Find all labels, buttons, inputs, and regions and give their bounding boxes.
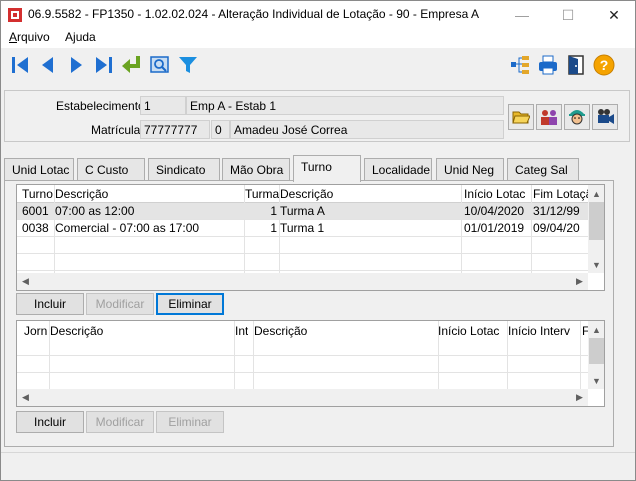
employee-name-field: Amadeu José Correa bbox=[230, 120, 504, 139]
menu-arquivo-label: rquivo bbox=[17, 30, 50, 44]
col-header-inicio-lotac: Início Lotac bbox=[438, 324, 500, 338]
search-icon[interactable] bbox=[147, 52, 173, 78]
matricula-field[interactable]: 77777777 bbox=[140, 120, 210, 139]
scroll-right-icon[interactable]: ▶ bbox=[571, 389, 588, 406]
cell-turma-descricao: Turma A bbox=[280, 204, 325, 218]
estab-label: Estabelecimento: bbox=[56, 99, 149, 113]
tab-unid-lotac[interactable]: Unid Lotac bbox=[4, 158, 74, 180]
jornada-horizontal-scrollbar[interactable]: ◀ ▶ bbox=[17, 389, 588, 406]
col-header-int-descricao: Descrição bbox=[254, 324, 308, 338]
maximize-button[interactable]: ☐ bbox=[545, 1, 591, 29]
matricula-label: Matrícula: bbox=[91, 123, 144, 137]
cell-fim-lotacao: 09/04/20 bbox=[533, 221, 580, 235]
cell-fim-lotacao: 31/12/99 bbox=[533, 204, 580, 218]
cell-turma-descricao: Turma 1 bbox=[280, 221, 325, 235]
exit-icon[interactable] bbox=[563, 52, 589, 78]
tab-c-custo[interactable]: C Custo bbox=[77, 158, 145, 180]
col-header-jorn: Jorn bbox=[24, 324, 48, 338]
modificar-turno-button[interactable]: Modificar bbox=[86, 293, 154, 315]
svg-text:?: ? bbox=[600, 57, 609, 73]
eliminar-jornada-button[interactable]: Eliminar bbox=[156, 411, 224, 433]
folder-icon[interactable] bbox=[508, 104, 534, 130]
turno-horizontal-scrollbar[interactable]: ◀ ▶ bbox=[17, 273, 588, 290]
last-record-icon[interactable] bbox=[91, 52, 117, 78]
tree-icon[interactable] bbox=[507, 52, 533, 78]
tab-categ-sal[interactable]: Categ Sal bbox=[507, 158, 579, 180]
scroll-thumb[interactable] bbox=[589, 338, 604, 364]
cell-turno: 0038 bbox=[22, 221, 49, 235]
col-header-descricao: Descrição bbox=[55, 187, 109, 201]
cell-descricao: Comercial - 07:00 as 17:00 bbox=[55, 221, 200, 235]
worker-icon[interactable] bbox=[564, 104, 590, 130]
minimize-button[interactable]: — bbox=[499, 1, 545, 29]
scroll-down-icon[interactable]: ▼ bbox=[588, 256, 604, 273]
menu-arquivo-mnemonic: A bbox=[9, 30, 18, 44]
col-header-fim-lotacao: Fim Lotação bbox=[533, 187, 588, 201]
cell-descricao: 07:00 as 12:00 bbox=[55, 204, 135, 218]
col-header-descricao: Descrição bbox=[50, 324, 104, 338]
scroll-right-icon[interactable]: ▶ bbox=[571, 273, 588, 290]
menu-bar: Arquivo Ajuda bbox=[0, 28, 636, 48]
col-header-int: Int bbox=[235, 324, 249, 338]
cell-turma: 1 bbox=[270, 221, 277, 235]
toolbar: ? bbox=[0, 48, 636, 84]
scroll-up-icon[interactable]: ▲ bbox=[588, 185, 604, 202]
col-header-inicio-lotac: Início Lotac bbox=[464, 187, 526, 201]
turno-grid[interactable]: Turno Descrição Turma Descrição Início L… bbox=[16, 184, 605, 291]
camera-icon[interactable] bbox=[592, 104, 618, 130]
col-header-turno: Turno bbox=[22, 187, 53, 201]
scroll-thumb[interactable] bbox=[589, 202, 604, 240]
cell-inicio-lotac: 10/04/2020 bbox=[464, 204, 525, 218]
title-bar: 06.9.5582 - FP1350 - 1.02.02.024 - Alter… bbox=[0, 0, 636, 28]
cell-turno: 6001 bbox=[22, 204, 49, 218]
close-button[interactable]: ✕ bbox=[591, 1, 636, 29]
tab-unid-neg[interactable]: Unid Neg bbox=[436, 158, 504, 180]
cell-inicio-lotac: 01/01/2019 bbox=[464, 221, 525, 235]
estab-name-field: Emp A - Estab 1 bbox=[186, 96, 504, 115]
col-header-turma: Turma bbox=[245, 187, 280, 201]
window-title: 06.9.5582 - FP1350 - 1.02.02.024 - Alter… bbox=[28, 7, 479, 21]
scroll-up-icon[interactable]: ▲ bbox=[588, 321, 604, 338]
jornada-vertical-scrollbar[interactable]: ▲ ▼ bbox=[588, 321, 604, 389]
confirm-icon[interactable] bbox=[119, 52, 145, 78]
people-icon[interactable] bbox=[536, 104, 562, 130]
tab-sindicato[interactable]: Sindicato bbox=[148, 158, 220, 180]
scroll-down-icon[interactable]: ▼ bbox=[588, 372, 604, 389]
incluir-jornada-button[interactable]: Incluir bbox=[16, 411, 84, 433]
estab-code-field: 1 bbox=[140, 96, 186, 115]
incluir-turno-button[interactable]: Incluir bbox=[16, 293, 84, 315]
eliminar-turno-button[interactable]: Eliminar bbox=[156, 293, 224, 315]
menu-arquivo[interactable]: Arquivo bbox=[9, 30, 50, 44]
scroll-left-icon[interactable]: ◀ bbox=[17, 389, 34, 406]
matricula-digit-field: 0 bbox=[211, 120, 230, 139]
menu-ajuda[interactable]: Ajuda bbox=[65, 30, 96, 44]
menu-ajuda-label-end: uda bbox=[75, 30, 96, 44]
tab-turno[interactable]: Turno bbox=[293, 155, 361, 182]
app-icon bbox=[8, 8, 22, 22]
previous-record-icon[interactable] bbox=[35, 52, 61, 78]
jornada-grid[interactable]: Jorn Descrição Int Descrição Início Lota… bbox=[16, 320, 605, 407]
next-record-icon[interactable] bbox=[63, 52, 89, 78]
col-header-turma-descricao: Descrição bbox=[280, 187, 334, 201]
scroll-left-icon[interactable]: ◀ bbox=[17, 273, 34, 290]
menu-ajuda-label-start: A bbox=[65, 30, 74, 44]
first-record-icon[interactable] bbox=[7, 52, 33, 78]
turno-vertical-scrollbar[interactable]: ▲ ▼ bbox=[588, 185, 604, 273]
filter-icon[interactable] bbox=[175, 52, 201, 78]
cell-turma: 1 bbox=[270, 204, 277, 218]
tab-mao-obra[interactable]: Mão Obra bbox=[222, 158, 290, 180]
status-bar-divider bbox=[1, 452, 635, 453]
print-icon[interactable] bbox=[535, 52, 561, 78]
help-icon[interactable]: ? bbox=[591, 52, 617, 78]
col-header-inicio-interv: Início Interv bbox=[508, 324, 571, 338]
tab-localidade[interactable]: Localidade bbox=[364, 158, 432, 180]
modificar-jornada-button[interactable]: Modificar bbox=[86, 411, 154, 433]
